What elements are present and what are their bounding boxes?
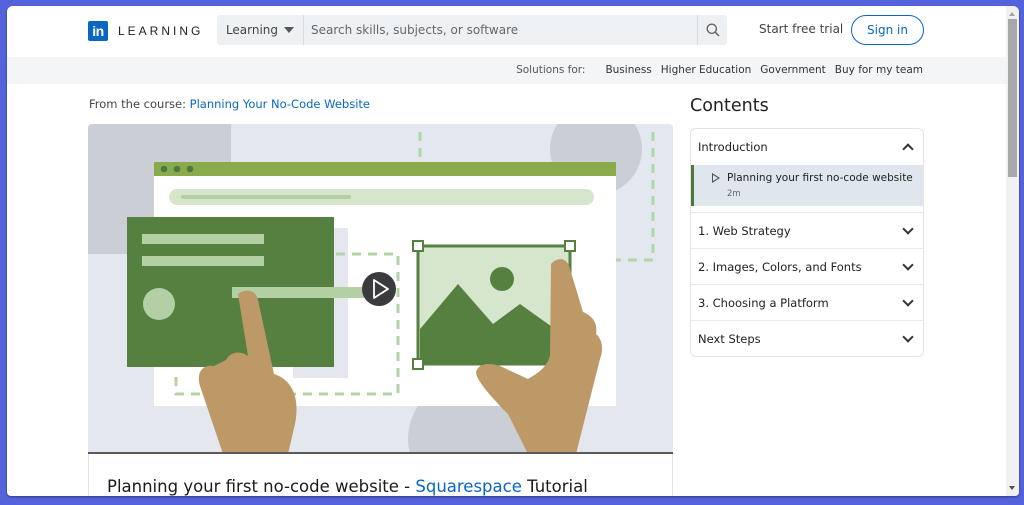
video-title: Planning your first no-code website - Sq… bbox=[107, 477, 588, 496]
toc-item-title: Planning your first no-code website bbox=[727, 172, 913, 184]
toc-section-choosing-platform[interactable]: 3. Choosing a Platform bbox=[691, 284, 923, 320]
solutions-bar: Solutions for: Business Higher Education… bbox=[7, 57, 1006, 84]
scrollbar-thumb[interactable] bbox=[1008, 19, 1017, 177]
search-bar: Learning bbox=[217, 15, 727, 45]
search-button[interactable] bbox=[697, 15, 727, 45]
toc-section-next-steps[interactable]: Next Steps bbox=[691, 320, 923, 356]
solutions-label: Solutions for: bbox=[516, 64, 586, 76]
linkedin-learning-logo[interactable]: in LEARNING bbox=[88, 21, 203, 41]
from-course-label: From the course: bbox=[89, 97, 186, 111]
sign-in-button[interactable]: Sign in bbox=[851, 15, 924, 45]
caret-down-icon bbox=[284, 27, 295, 33]
search-icon bbox=[706, 23, 720, 37]
toc-video-item[interactable]: Planning your first no-code website 2m bbox=[691, 165, 923, 206]
toc-section-images-colors-fonts[interactable]: 2. Images, Colors, and Fonts bbox=[691, 248, 923, 284]
table-of-contents: Introduction Planning your first no-code… bbox=[690, 128, 924, 357]
page: in LEARNING Learning Start free trial Si… bbox=[7, 6, 1006, 496]
play-outline-icon bbox=[712, 173, 720, 183]
chevron-down-icon bbox=[902, 258, 914, 271]
video-title-card: Planning your first no-code website - Sq… bbox=[88, 454, 673, 496]
scroll-down-arrow-icon[interactable] bbox=[1009, 486, 1015, 490]
chevron-down-icon bbox=[902, 330, 914, 343]
search-input[interactable] bbox=[304, 15, 697, 45]
solutions-link-higher-education[interactable]: Higher Education bbox=[661, 64, 752, 76]
toc-item-duration: 2m bbox=[727, 189, 741, 199]
linkedin-logo-icon: in bbox=[88, 21, 108, 41]
solutions-link-business[interactable]: Business bbox=[605, 64, 651, 76]
video-thumbnail-illustration bbox=[88, 124, 673, 454]
course-breadcrumb: From the course: Planning Your No-Code W… bbox=[89, 97, 370, 111]
squarespace-link[interactable]: Squarespace bbox=[415, 477, 522, 496]
chevron-down-icon bbox=[902, 222, 914, 235]
toc-section-label: 1. Web Strategy bbox=[698, 223, 791, 238]
toc-section-web-strategy[interactable]: 1. Web Strategy bbox=[691, 212, 923, 248]
video-player[interactable] bbox=[88, 124, 673, 454]
start-free-trial-link[interactable]: Start free trial bbox=[759, 22, 843, 36]
solutions-link-buy-for-team[interactable]: Buy for my team bbox=[835, 64, 923, 76]
video-title-text: Planning your first no-code website - bbox=[107, 477, 416, 496]
video-title-suffix: Tutorial bbox=[521, 477, 588, 496]
course-link[interactable]: Planning Your No-Code Website bbox=[190, 97, 370, 111]
toc-section-label: 2. Images, Colors, and Fonts bbox=[698, 259, 862, 274]
top-header: in LEARNING Learning Start free trial Si… bbox=[7, 6, 1006, 57]
toc-section-introduction[interactable]: Introduction bbox=[691, 129, 923, 165]
toc-section-label: 3. Choosing a Platform bbox=[698, 295, 829, 310]
vertical-scrollbar[interactable] bbox=[1006, 6, 1019, 496]
toc-section-label: Introduction bbox=[698, 140, 768, 154]
browser-window: in LEARNING Learning Start free trial Si… bbox=[7, 6, 1019, 496]
chevron-down-icon bbox=[902, 294, 914, 307]
contents-heading: Contents bbox=[690, 96, 769, 116]
search-category-dropdown[interactable]: Learning bbox=[217, 15, 304, 45]
toc-section-label: Next Steps bbox=[698, 331, 761, 346]
logo-text: LEARNING bbox=[118, 24, 204, 38]
chevron-up-icon bbox=[902, 143, 914, 155]
scroll-up-arrow-icon[interactable] bbox=[1009, 12, 1015, 16]
search-category-label: Learning bbox=[225, 23, 279, 37]
solutions-link-government[interactable]: Government bbox=[760, 64, 825, 76]
